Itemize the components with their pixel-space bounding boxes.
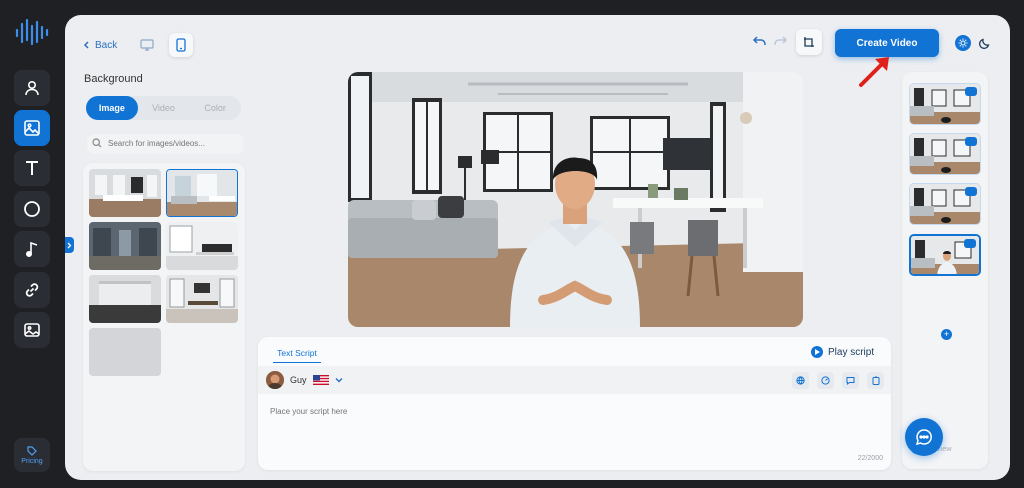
- scene-thumb-4[interactable]: [909, 234, 981, 276]
- sidebar-item-media[interactable]: [14, 312, 50, 348]
- scene-menu-icon[interactable]: [965, 87, 977, 96]
- pricing-label: Pricing: [21, 457, 43, 465]
- play-script-label: Play script: [828, 346, 875, 358]
- phone-icon: [176, 38, 186, 52]
- sidebar-item-link[interactable]: [14, 272, 50, 308]
- pricing-button[interactable]: Pricing: [14, 438, 50, 472]
- create-video-button[interactable]: Create Video: [835, 29, 939, 57]
- scenes-panel: + Preview: [902, 72, 988, 469]
- scene-menu-icon[interactable]: [965, 187, 977, 196]
- scene-thumb-3[interactable]: [909, 183, 981, 225]
- redo-icon[interactable]: [773, 35, 787, 47]
- background-thumb-3[interactable]: [89, 222, 161, 270]
- scene-menu-icon[interactable]: [965, 137, 977, 146]
- video-canvas[interactable]: [348, 72, 803, 327]
- globe-icon: [796, 376, 805, 385]
- speed-button[interactable]: [817, 372, 834, 389]
- play-script-button[interactable]: Play script: [811, 346, 874, 358]
- theme-toggle[interactable]: [955, 35, 990, 51]
- undo-redo-group: [753, 35, 787, 47]
- monitor-icon: [140, 39, 154, 51]
- text-icon: [26, 161, 38, 175]
- topbar-left: Back: [83, 33, 193, 57]
- voice-name[interactable]: Guy: [290, 375, 307, 385]
- sidebar-item-avatar[interactable]: [14, 70, 50, 106]
- mobile-view-button[interactable]: [169, 33, 193, 57]
- scene-thumb-2[interactable]: [909, 133, 981, 175]
- chevron-down-icon[interactable]: [335, 377, 343, 383]
- background-thumb-4[interactable]: [166, 222, 238, 270]
- collapse-panel-button[interactable]: [65, 237, 74, 253]
- back-button[interactable]: Back: [83, 40, 125, 51]
- chevron-right-icon: [67, 242, 72, 248]
- clipboard-button[interactable]: [867, 372, 884, 389]
- play-icon: [811, 346, 823, 358]
- sidebar-item-shapes[interactable]: [14, 191, 50, 227]
- image-icon: [24, 120, 40, 136]
- sidebar-item-music[interactable]: [14, 231, 50, 267]
- tab-image[interactable]: Image: [86, 96, 138, 120]
- crop-icon: [804, 37, 814, 47]
- tab-color[interactable]: Color: [189, 103, 241, 113]
- pause-insert-button[interactable]: [842, 372, 859, 389]
- office-scene: [348, 72, 803, 327]
- tab-video[interactable]: Video: [138, 103, 190, 113]
- background-thumb-1[interactable]: [89, 169, 161, 217]
- media-icon: [24, 323, 40, 337]
- person-icon: [25, 80, 39, 96]
- chat-button[interactable]: [905, 418, 943, 456]
- search-input[interactable]: [108, 138, 238, 148]
- script-input[interactable]: [270, 407, 870, 416]
- editor-panel: Back Create Video Background Image Video…: [65, 15, 1010, 480]
- sidebar: Pricing: [0, 0, 64, 488]
- character-counter: 22/2000: [857, 455, 883, 462]
- comment-icon: [846, 377, 855, 385]
- sidebar-item-text[interactable]: [14, 150, 50, 186]
- globe-button[interactable]: [792, 372, 809, 389]
- search-box: [86, 132, 244, 154]
- clipboard-icon: [872, 376, 879, 385]
- background-title: Background: [84, 73, 143, 85]
- script-panel: Text Script Play script Guy Place your s…: [258, 337, 891, 470]
- tab-text-script[interactable]: Text Script: [273, 348, 321, 363]
- background-thumb-7[interactable]: [89, 328, 161, 376]
- gauge-icon: [821, 376, 830, 385]
- aspect-ratio-button[interactable]: [796, 29, 822, 55]
- voice-avatar[interactable]: [266, 371, 284, 389]
- voice-selector-row: Guy: [258, 366, 891, 394]
- sun-icon[interactable]: [955, 35, 971, 51]
- tag-icon: [27, 445, 37, 456]
- moon-icon[interactable]: [979, 38, 990, 49]
- back-label: Back: [95, 39, 118, 51]
- search-icon: [92, 138, 102, 148]
- music-icon: [25, 241, 38, 258]
- scene-menu-icon[interactable]: [964, 239, 976, 248]
- annotation-arrow-icon: [859, 57, 889, 87]
- background-thumb-2[interactable]: [166, 169, 238, 217]
- chat-icon: [915, 429, 932, 446]
- background-thumb-6[interactable]: [166, 275, 238, 323]
- sidebar-item-background[interactable]: [14, 110, 50, 146]
- chevron-left-icon: [83, 41, 89, 49]
- background-thumbnails: [83, 163, 245, 471]
- circle-icon: [24, 201, 40, 217]
- desktop-view-button[interactable]: [135, 33, 159, 57]
- scene-thumb-1[interactable]: [909, 83, 981, 125]
- logo-icon: [15, 18, 49, 46]
- background-thumb-5[interactable]: [89, 275, 161, 323]
- link-icon: [25, 283, 39, 297]
- undo-icon[interactable]: [753, 35, 767, 47]
- add-scene-button[interactable]: +: [941, 329, 952, 340]
- us-flag-icon: [312, 375, 329, 385]
- background-tabs: Image Video Color: [86, 96, 241, 120]
